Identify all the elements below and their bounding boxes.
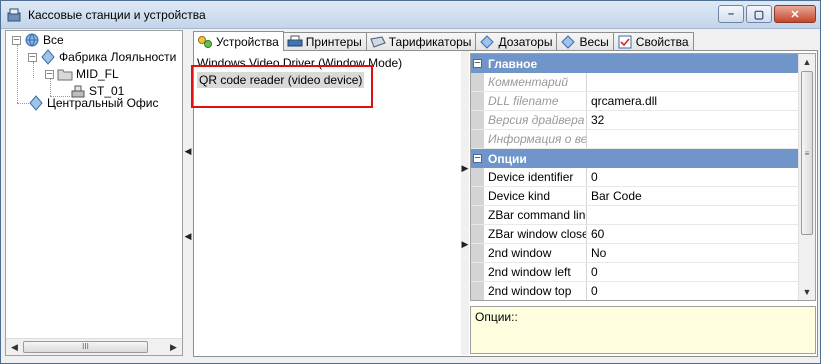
dispenser-icon	[480, 35, 495, 49]
property-row[interactable]: 2nd window top 0	[471, 282, 799, 300]
tab-strip: Устройства Принтеры Тарификаторы Дозатор…	[193, 31, 694, 51]
property-row[interactable]: Device identifier 0	[471, 168, 799, 187]
category-collapse-toggle[interactable]: –	[473, 154, 482, 163]
property-name: Device identifier	[484, 168, 587, 186]
property-name: Информация о вер	[484, 130, 587, 148]
left-panel-collapse-handle[interactable]: ◀	[185, 144, 192, 158]
property-name: 2nd window	[484, 244, 587, 262]
category-collapse-toggle[interactable]: –	[473, 59, 482, 68]
props-expand-handle[interactable]: ▶	[462, 161, 469, 175]
selection-highlight-box	[191, 65, 373, 108]
collapse-toggle[interactable]: –	[45, 69, 54, 79]
property-name: ZBar window close t	[484, 225, 587, 243]
scroll-left-arrow[interactable]: ◀	[6, 339, 23, 355]
property-value[interactable]: 0	[587, 168, 799, 186]
property-grid[interactable]: – Главное Комментарий DLL filename qrcame…	[470, 53, 816, 301]
property-value[interactable]: 0	[587, 282, 799, 300]
tree-node-loyalty-factory[interactable]: – Фабрика Лояльности	[28, 48, 176, 66]
maximize-button[interactable]: ▢	[746, 5, 772, 23]
devices-icon	[198, 35, 212, 48]
property-row[interactable]: Комментарий	[471, 73, 799, 92]
property-value[interactable]	[587, 130, 799, 148]
property-value[interactable]: 0	[587, 263, 799, 281]
folder-icon	[57, 69, 73, 81]
category-main[interactable]: – Главное	[471, 54, 799, 73]
collapse-toggle[interactable]: –	[28, 52, 37, 62]
tariff-icon	[370, 36, 386, 48]
property-value[interactable]: qrcamera.dll	[587, 92, 799, 110]
minimize-button[interactable]: –	[718, 5, 744, 23]
property-row[interactable]: Версия драйвера 32	[471, 111, 799, 130]
tab-label: Устройства	[216, 34, 279, 49]
main-window: Кассовые станции и устройства – ▢ ✕ – Вс…	[0, 0, 821, 364]
property-name: 2nd window left	[484, 263, 587, 281]
tree-node-label: Центральный Офис	[47, 96, 159, 110]
property-value[interactable]	[587, 73, 799, 91]
scroll-thumb[interactable]: III	[23, 341, 148, 353]
tree-node-label: Фабрика Лояльности	[59, 50, 177, 64]
properties-icon	[618, 35, 632, 49]
title-bar[interactable]: Кассовые станции и устройства – ▢ ✕	[1, 1, 820, 29]
property-value[interactable]: Bar Code	[587, 187, 799, 205]
property-description-panel: Опции::	[470, 306, 816, 354]
property-row[interactable]: 2nd window No	[471, 244, 799, 263]
property-name: Комментарий	[484, 73, 587, 91]
scroll-down-arrow[interactable]: ▼	[799, 284, 815, 300]
property-name: ZBar command line	[484, 206, 587, 224]
window-title: Кассовые станции и устройства	[28, 8, 206, 22]
tab-label: Дозаторы	[498, 35, 553, 49]
tab-label: Свойства	[635, 35, 689, 49]
property-value[interactable]: No	[587, 244, 799, 262]
tab-devices[interactable]: Устройства	[193, 31, 284, 51]
category-label: Главное	[488, 56, 538, 71]
scroll-up-arrow[interactable]: ▲	[799, 54, 815, 70]
app-icon	[7, 8, 21, 22]
tab-tariffs[interactable]: Тарификаторы	[365, 32, 477, 51]
property-name: 2nd window top	[484, 282, 587, 300]
tab-scales[interactable]: Весы	[556, 32, 614, 51]
props-expand-handle-lower[interactable]: ▶	[462, 237, 469, 251]
globe-icon	[25, 33, 39, 47]
property-row[interactable]: ZBar command line	[471, 206, 799, 225]
node-icon	[29, 95, 43, 111]
category-label: Опции	[488, 151, 527, 166]
printer-icon	[287, 35, 303, 47]
scroll-right-arrow[interactable]: ▶	[165, 339, 182, 355]
tree-node-label: MID_FL	[76, 67, 119, 81]
tab-label: Тарификаторы	[388, 35, 472, 49]
collapse-toggle[interactable]: –	[12, 35, 21, 45]
close-button[interactable]: ✕	[774, 5, 816, 23]
property-row[interactable]: ZBar window close t 60	[471, 225, 799, 244]
scroll-thumb[interactable]: ≡	[801, 71, 813, 235]
tab-dispensers[interactable]: Дозаторы	[475, 32, 558, 51]
stations-tree[interactable]: – Все – Фабрика Лояльности – MID_FL ST_0…	[5, 30, 183, 356]
tree-node-label: Все	[43, 33, 64, 47]
property-value[interactable]: 60	[587, 225, 799, 243]
property-value[interactable]	[587, 206, 799, 224]
property-name: Device kind	[484, 187, 587, 205]
tree-node-mid-fl[interactable]: – MID_FL	[45, 65, 119, 83]
node-icon	[41, 49, 55, 65]
property-name: Версия драйвера	[484, 111, 587, 129]
tab-label: Принтеры	[305, 35, 362, 49]
scales-icon	[561, 35, 576, 49]
device-props-splitter[interactable]	[461, 51, 469, 355]
property-row[interactable]: DLL filename qrcamera.dll	[471, 92, 799, 111]
property-row[interactable]: Информация о вер	[471, 130, 799, 149]
property-row[interactable]: 2nd window left 0	[471, 263, 799, 282]
left-panel-collapse-handle-lower[interactable]: ◀	[185, 229, 192, 243]
tab-label: Весы	[579, 35, 609, 49]
tab-properties[interactable]: Свойства	[612, 32, 694, 51]
property-value[interactable]: 32	[587, 111, 799, 129]
tree-node-central-office[interactable]: Центральный Офис	[28, 94, 158, 112]
description-text: Опции::	[475, 310, 518, 324]
tab-printers[interactable]: Принтеры	[282, 32, 367, 51]
property-grid-scrollbar[interactable]: ▲ ≡ ▼	[798, 54, 815, 300]
category-options[interactable]: – Опции	[471, 149, 799, 168]
property-name: DLL filename	[484, 92, 587, 110]
tree-horizontal-scrollbar[interactable]: ◀ III ▶	[6, 338, 182, 355]
tree-node-all[interactable]: – Все	[12, 31, 64, 49]
property-row[interactable]: Device kind Bar Code	[471, 187, 799, 206]
